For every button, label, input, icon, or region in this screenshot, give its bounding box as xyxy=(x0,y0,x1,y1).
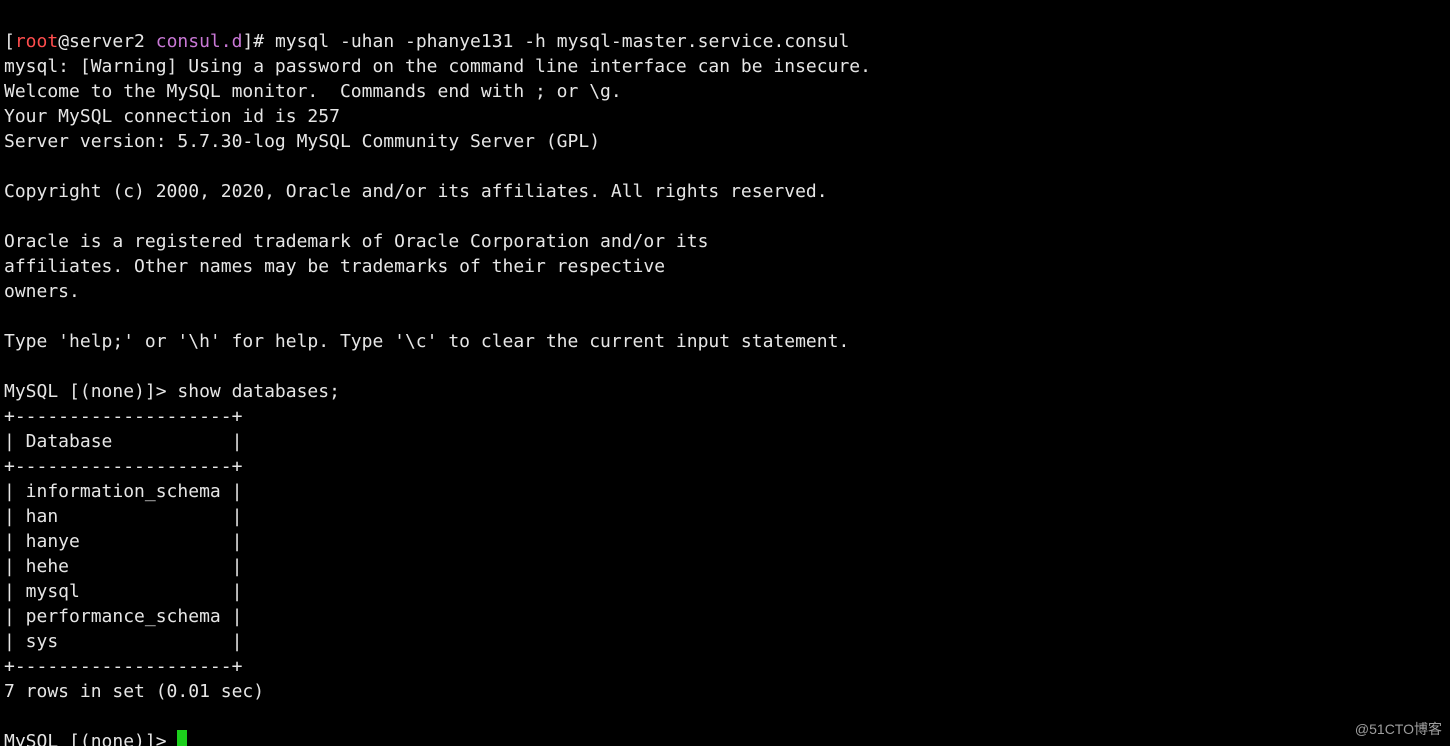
banner-line: Copyright (c) 2000, 2020, Oracle and/or … xyxy=(4,181,828,202)
banner-line: Oracle is a registered trademark of Orac… xyxy=(4,231,708,252)
mysql-prompt: MySQL [(none)]> xyxy=(4,381,177,402)
banner-line: Your MySQL connection id is 257 xyxy=(4,106,340,127)
mysql-prompt: MySQL [(none)]> xyxy=(4,731,177,746)
table-border: +--------------------+ xyxy=(4,456,242,477)
banner-line: Welcome to the MySQL monitor. Commands e… xyxy=(4,81,622,102)
table-border: +--------------------+ xyxy=(4,656,242,677)
banner-line: Server version: 5.7.30-log MySQL Communi… xyxy=(4,131,600,152)
banner-line: mysql: [Warning] Using a password on the… xyxy=(4,56,871,77)
table-row: | hanye | xyxy=(4,531,242,552)
shell-command: mysql -uhan -phanye131 -h mysql-master.s… xyxy=(275,31,849,52)
table-row: | han | xyxy=(4,506,242,527)
table-header: | Database | xyxy=(4,431,242,452)
table-row: | mysql | xyxy=(4,581,242,602)
shell-prompt: [root@server2 consul.d]# xyxy=(4,31,275,52)
terminal-output[interactable]: [root@server2 consul.d]# mysql -uhan -ph… xyxy=(0,0,1450,746)
table-row: | information_schema | xyxy=(4,481,242,502)
banner-line: affiliates. Other names may be trademark… xyxy=(4,256,665,277)
watermark: @51CTO博客 xyxy=(1355,717,1442,742)
table-border: +--------------------+ xyxy=(4,406,242,427)
banner-line: owners. xyxy=(4,281,80,302)
cursor-icon xyxy=(177,730,187,746)
banner-line: Type 'help;' or '\h' for help. Type '\c'… xyxy=(4,331,849,352)
table-row: | sys | xyxy=(4,631,242,652)
sql-query: show databases; xyxy=(177,381,340,402)
result-summary: 7 rows in set (0.01 sec) xyxy=(4,681,264,702)
table-row: | hehe | xyxy=(4,556,242,577)
table-row: | performance_schema | xyxy=(4,606,242,627)
